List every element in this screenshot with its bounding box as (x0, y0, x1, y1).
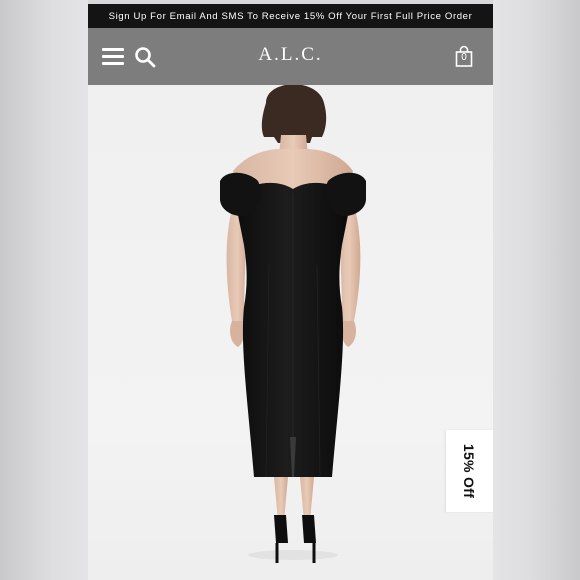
site-header: A.L.C. 0 (88, 28, 493, 85)
photo-backdrop-left (0, 0, 88, 580)
bag-count-badge[interactable]: 0 (455, 52, 473, 64)
promo-banner-text[interactable]: Sign Up For Email And SMS To Receive 15%… (109, 11, 473, 22)
product-image[interactable]: 15% Off (88, 84, 493, 580)
phone-screen: Sign Up For Email And SMS To Receive 15%… (88, 4, 493, 580)
promo-banner[interactable]: Sign Up For Email And SMS To Receive 15%… (88, 4, 493, 28)
brand-logo[interactable]: A.L.C. (88, 44, 493, 66)
discount-tab-label[interactable]: 15% Off (462, 444, 478, 498)
photo-backdrop-right (493, 0, 580, 580)
discount-side-tab[interactable]: 15% Off (446, 430, 493, 512)
model-dress-illustration (220, 84, 366, 563)
